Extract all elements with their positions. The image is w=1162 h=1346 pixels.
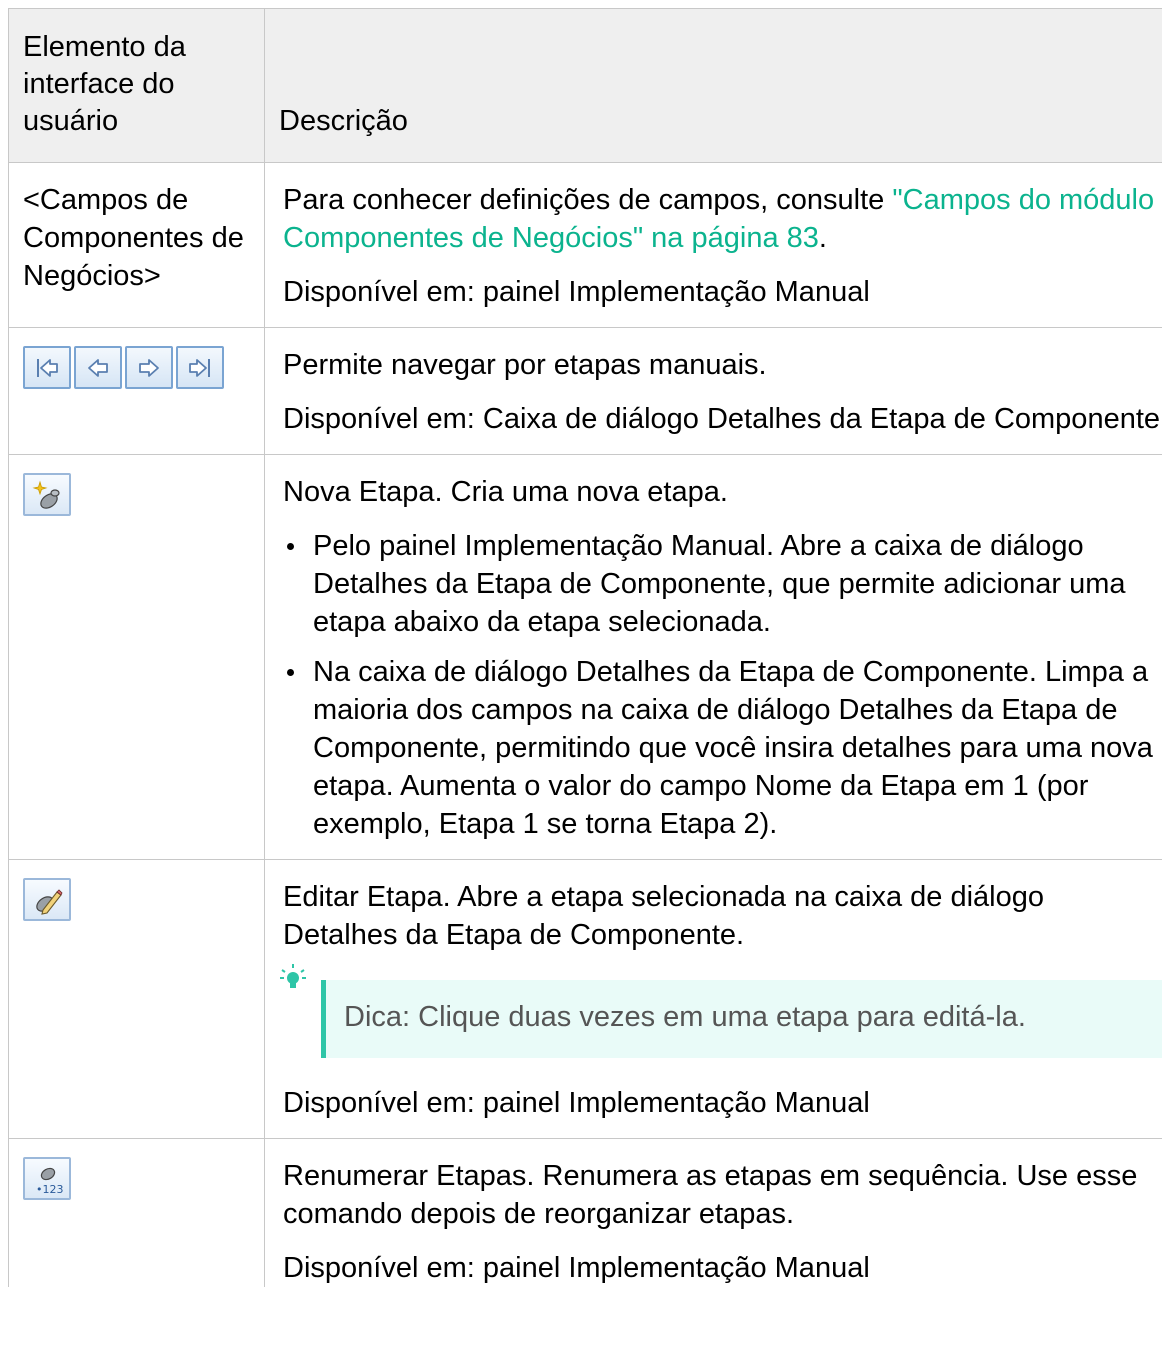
element-cell — [8, 859, 265, 1139]
description-text: Nova Etapa. Cria uma nova etapa. — [283, 476, 728, 508]
last-step-icon[interactable] — [176, 346, 224, 389]
first-step-icon[interactable] — [23, 346, 71, 389]
command-title: Nova Etapa. — [283, 476, 443, 508]
description-cell: Editar Etapa. Abre a etapa selecionada n… — [264, 859, 1162, 1139]
availability-text: Disponível em: painel Implementação Manu… — [283, 1252, 870, 1284]
availability-text: Disponível em: painel Implementação Manu… — [283, 276, 870, 308]
element-cell — [8, 454, 265, 860]
element-cell: <Campos de Componentes de Negócios> — [8, 162, 265, 328]
availability-label: Disponível em: — [283, 403, 475, 435]
tip-label: Dica: — [344, 1001, 411, 1033]
command-title: Renumerar Etapas. — [283, 1160, 535, 1192]
description-cell: Permite navegar por etapas manuais. Disp… — [264, 327, 1162, 455]
ui-elements-table: Elemento da interface do usuário Descriç… — [8, 8, 1162, 1287]
previous-step-icon[interactable] — [74, 346, 122, 389]
table-row: Nova Etapa. Cria uma nova etapa. Pelo pa… — [8, 454, 1162, 860]
description-text: Renumerar Etapas. Renumera as etapas em … — [283, 1160, 1138, 1230]
availability-label: Disponível em: — [283, 276, 475, 308]
svg-text:•123: •123 — [36, 1183, 63, 1196]
element-cell — [8, 327, 265, 455]
availability-label: Disponível em: — [283, 1087, 475, 1119]
list-item: Na caixa de diálogo Detalhes da Etapa de… — [287, 653, 1162, 843]
header-ui-element: Elemento da interface do usuário — [8, 8, 265, 163]
table-row: Editar Etapa. Abre a etapa selecionada n… — [8, 859, 1162, 1139]
description-cell: Para conhecer definições de campos, cons… — [264, 162, 1162, 328]
next-step-icon[interactable] — [125, 346, 173, 389]
description-text: Para conhecer definições de campos, cons… — [283, 184, 1155, 254]
navigation-buttons — [23, 346, 254, 389]
tip-box: Dica: Clique duas vezes em uma etapa par… — [280, 964, 1162, 1058]
edit-step-icon[interactable] — [23, 878, 71, 921]
description-text: Editar Etapa. Abre a etapa selecionada n… — [283, 881, 1044, 951]
table-header-row: Elemento da interface do usuário Descriç… — [8, 8, 1162, 163]
table-row: <Campos de Componentes de Negócios> Para… — [8, 162, 1162, 328]
new-step-icon[interactable] — [23, 473, 71, 516]
tip-text: Clique duas vezes em uma etapa para edit… — [410, 1001, 1026, 1033]
list-item: Pelo painel Implementação Manual. Abre a… — [287, 527, 1162, 641]
element-name: <Campos de Componentes de Negócios> — [23, 184, 244, 292]
table-row: •123 Renumerar Etapas. Renumera as etapa… — [8, 1138, 1162, 1287]
command-title: Editar Etapa. — [283, 881, 451, 913]
renumber-steps-icon[interactable]: •123 — [23, 1157, 71, 1200]
description-text: Permite navegar por etapas manuais. — [283, 349, 767, 381]
element-cell: •123 — [8, 1138, 265, 1287]
availability-label: Disponível em: — [283, 1252, 475, 1284]
header-description: Descrição — [264, 8, 1162, 163]
bullet-list: Pelo painel Implementação Manual. Abre a… — [283, 527, 1162, 843]
availability-text: Disponível em: Caixa de diálogo Detalhes… — [283, 403, 1161, 435]
description-cell: Nova Etapa. Cria uma nova etapa. Pelo pa… — [264, 454, 1162, 860]
description-cell: Renumerar Etapas. Renumera as etapas em … — [264, 1138, 1162, 1287]
lightbulb-icon — [280, 964, 306, 988]
table-row: Permite navegar por etapas manuais. Disp… — [8, 327, 1162, 455]
availability-text: Disponível em: painel Implementação Manu… — [283, 1087, 870, 1119]
